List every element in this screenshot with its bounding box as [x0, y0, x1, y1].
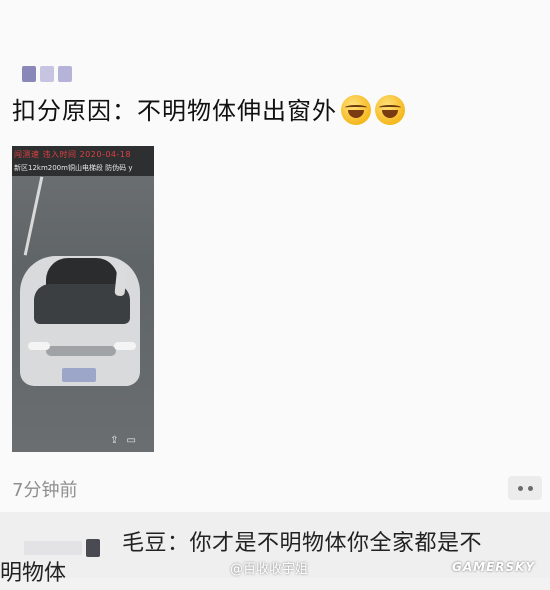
car-grille	[46, 346, 116, 356]
road-lane-marking	[23, 176, 44, 256]
car-headlight-right	[114, 342, 136, 350]
poster-avatar-blurred[interactable]	[22, 64, 76, 84]
photo-caption-bar: 闯测速 违入时间 2020-04-18 新区12km200m铜山电梯段 防伪码 …	[12, 146, 154, 176]
laugh-cry-emoji-icon	[341, 95, 371, 125]
more-options-button[interactable]	[508, 476, 542, 500]
share-icon[interactable]: ⇪	[110, 435, 118, 446]
screen-icon[interactable]: ▭	[127, 435, 136, 446]
car-headlight-left	[28, 342, 50, 350]
gamersky-watermark: GAMERSKY	[452, 560, 536, 574]
dot-icon	[517, 485, 523, 491]
post-timestamp: 7分钟前	[12, 480, 78, 501]
post-photo[interactable]: 闯测速 违入时间 2020-04-18 新区12km200m铜山电梯段 防伪码 …	[12, 146, 154, 452]
car-license-plate-blurred	[62, 368, 96, 382]
weibo-watermark: @百收收宇姐	[230, 562, 309, 577]
post-text: 扣分原因：不明物体伸出窗外	[12, 94, 405, 128]
photo-overlay-icons: ⇪ ▭	[110, 435, 136, 446]
moment-post: 扣分原因：不明物体伸出窗外 闯测速 违入时间 2020-04-18 新区12km…	[0, 0, 550, 512]
photo-caption-line2: 新区12km200m铜山电梯段 防伪码 y	[14, 164, 133, 172]
commenter-avatar-blurred[interactable]	[24, 536, 120, 560]
comment-text: 毛豆：你才是不明物体你全家都是不	[122, 531, 483, 556]
laugh-cry-emoji-icon	[375, 95, 405, 125]
comment-text-wrap: 明物体	[0, 561, 67, 586]
photo-caption-line1: 闯测速 违入时间 2020-04-18	[14, 150, 132, 159]
dot-icon	[527, 485, 533, 491]
post-text-content: 扣分原因：不明物体伸出窗外	[12, 97, 337, 125]
